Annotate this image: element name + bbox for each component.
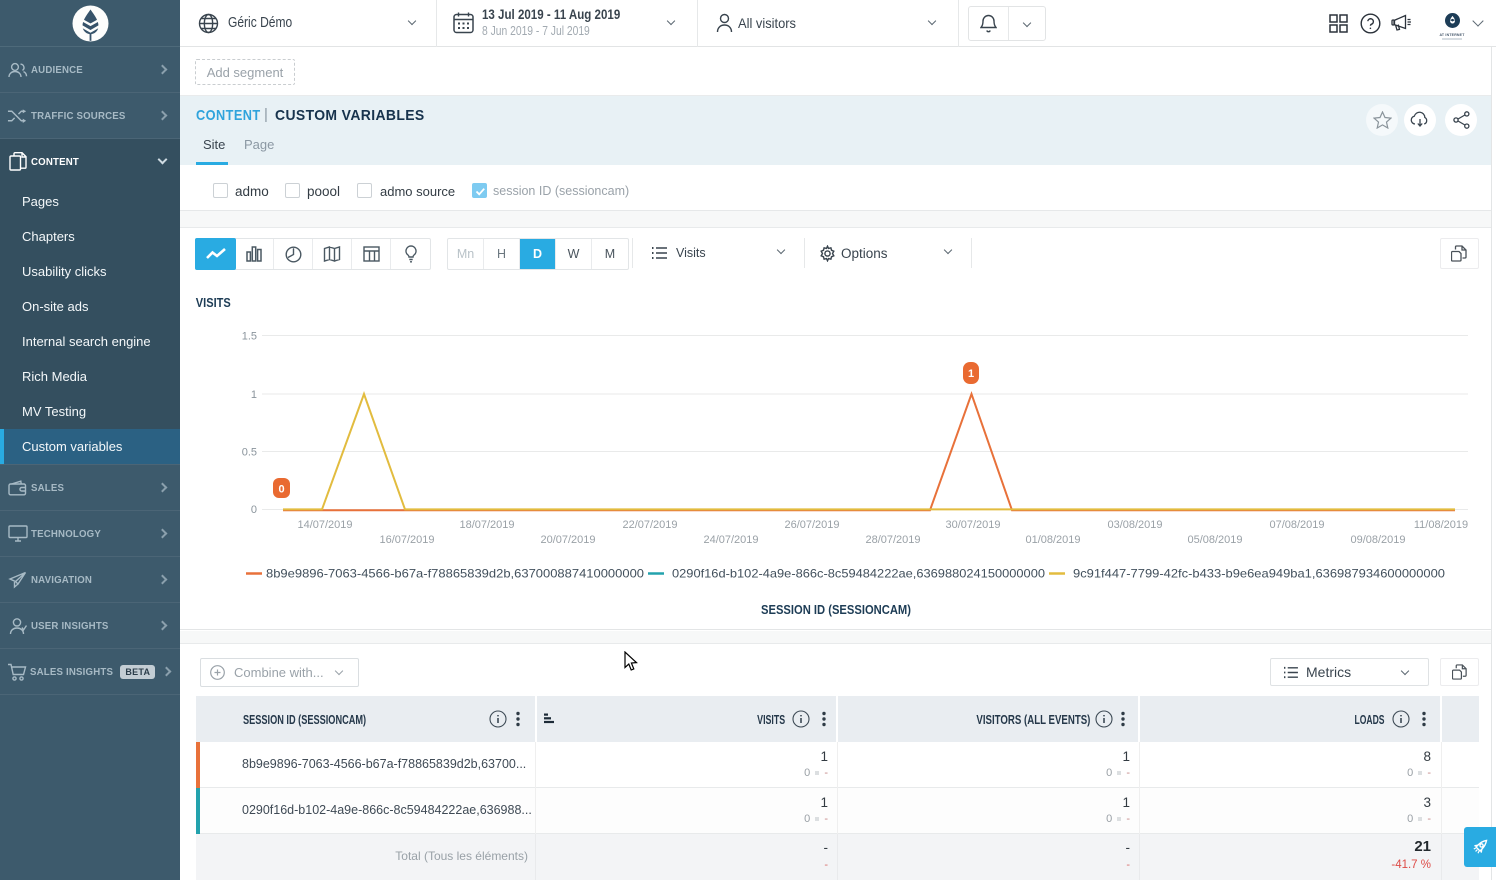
svg-text:09/08/2019: 09/08/2019: [1350, 534, 1405, 546]
svg-text:1.5: 1.5: [242, 331, 257, 343]
svg-text:11/08/2019: 11/08/2019: [1414, 519, 1468, 531]
svg-text:VISITS: VISITS: [196, 295, 231, 310]
svg-text:0290f16d-b102-4a9e-866c-8c5948: 0290f16d-b102-4a9e-866c-8c59484222ae,636…: [672, 567, 1045, 581]
svg-text:0: 0: [251, 504, 257, 516]
svg-text:14/07/2019: 14/07/2019: [297, 519, 352, 531]
svg-text:28/07/2019: 28/07/2019: [865, 534, 920, 546]
svg-text:0.5: 0.5: [242, 447, 257, 459]
svg-text:18/07/2019: 18/07/2019: [459, 519, 514, 531]
svg-text:26/07/2019: 26/07/2019: [784, 519, 839, 531]
svg-text:22/07/2019: 22/07/2019: [622, 519, 677, 531]
svg-text:1: 1: [251, 389, 257, 401]
svg-text:30/07/2019: 30/07/2019: [945, 519, 1000, 531]
svg-text:24/07/2019: 24/07/2019: [703, 534, 758, 546]
svg-text:05/08/2019: 05/08/2019: [1187, 534, 1242, 546]
svg-text:SESSION ID (SESSIONCAM): SESSION ID (SESSIONCAM): [761, 603, 911, 617]
svg-text:07/08/2019: 07/08/2019: [1269, 519, 1324, 531]
svg-text:01/08/2019: 01/08/2019: [1025, 534, 1080, 546]
svg-text:20/07/2019: 20/07/2019: [540, 534, 595, 546]
svg-text:8b9e9896-7063-4566-b67a-f78865: 8b9e9896-7063-4566-b67a-f78865839d2b,637…: [266, 567, 644, 581]
svg-text:0: 0: [278, 484, 284, 496]
svg-text:03/08/2019: 03/08/2019: [1107, 519, 1162, 531]
svg-text:1: 1: [968, 368, 974, 380]
svg-text:16/07/2019: 16/07/2019: [379, 534, 434, 546]
svg-text:9c91f447-7799-42fc-b433-b9e6ea: 9c91f447-7799-42fc-b433-b9e6ea949ba1,636…: [1073, 567, 1445, 581]
